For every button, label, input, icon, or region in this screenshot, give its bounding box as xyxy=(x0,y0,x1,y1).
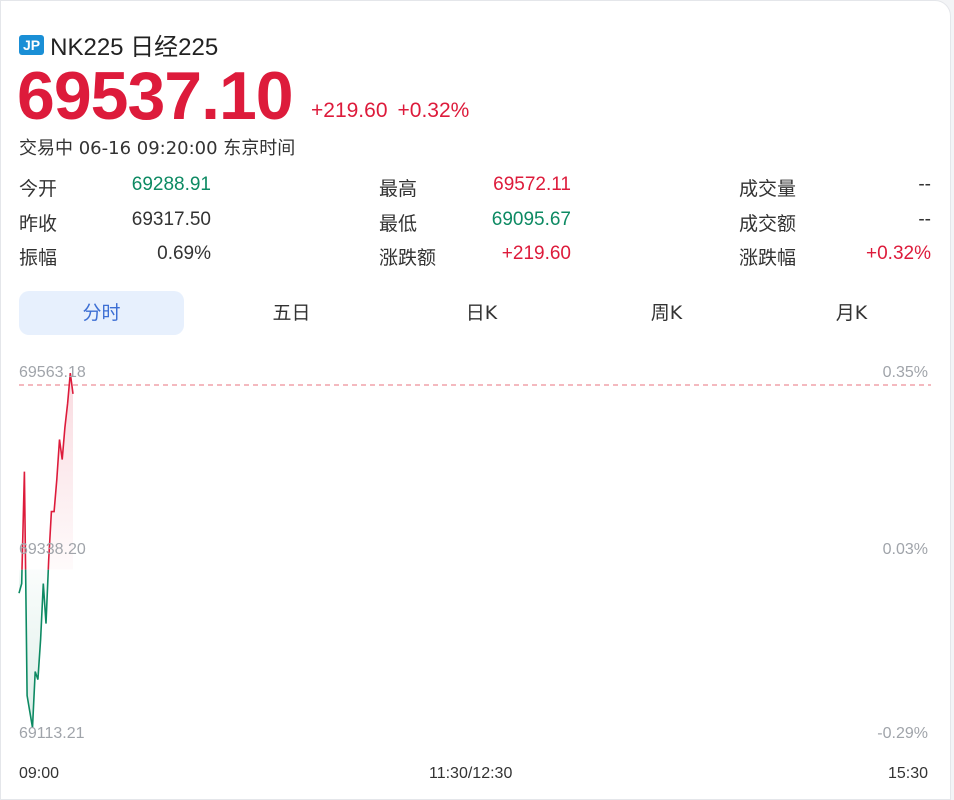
stat-value-low: 69095.67 xyxy=(491,209,571,230)
stat-value-volume: -- xyxy=(918,174,931,195)
y-label-mid-right: 0.03% xyxy=(882,541,928,558)
y-label-bottom-left: 69113.21 xyxy=(19,725,85,742)
stat-label-amplitude: 振幅 xyxy=(19,247,58,269)
stat-value-prev-close: 69317.50 xyxy=(131,209,211,230)
y-label-mid-left: 69338.20 xyxy=(19,541,86,558)
tab-daily-k[interactable]: 日K xyxy=(399,291,564,335)
stat-label-turnover: 成交额 xyxy=(739,213,797,235)
tab-weekly-k[interactable]: 周K xyxy=(584,291,749,335)
stat-label-low: 最低 xyxy=(379,213,418,235)
current-price: 69537.10 xyxy=(17,58,294,134)
stat-value-high: 69572.11 xyxy=(493,174,571,195)
x-label-close: 15:30 xyxy=(887,765,928,782)
stat-label-change: 涨跌额 xyxy=(379,247,437,269)
y-label-top-right: 0.35% xyxy=(882,364,928,381)
change-amount: +219.60 xyxy=(311,99,388,122)
stat-value-amplitude: 0.69% xyxy=(157,243,211,264)
stat-label-change-pct: 涨跌幅 xyxy=(739,247,797,269)
tab-five-day[interactable]: 五日 xyxy=(209,291,374,335)
y-label-bottom-right: -0.29% xyxy=(877,725,928,742)
trading-status: 交易中 06-16 09:20:00 东京时间 xyxy=(19,138,296,159)
quote-card: JP NK225 日经225 69537.10 +219.60 +0.32% 交易… xyxy=(0,0,951,800)
period-tabs: 分时 五日 日K 周K 月K xyxy=(19,291,931,335)
y-label-top-left: 69563.18 xyxy=(19,364,86,381)
stat-value-change-pct: +0.32% xyxy=(866,243,931,264)
stat-value-turnover: -- xyxy=(918,209,931,230)
change-percent: +0.32% xyxy=(397,99,470,122)
x-label-midday: 11:30/12:30 xyxy=(429,765,513,782)
tab-intraday[interactable]: 分时 xyxy=(19,291,184,335)
tab-monthly-k[interactable]: 月K xyxy=(769,291,934,335)
x-label-open: 09:00 xyxy=(19,765,60,782)
intraday-chart[interactable] xyxy=(1,341,951,761)
stat-label-high: 最高 xyxy=(379,178,418,200)
stat-label-volume: 成交量 xyxy=(739,178,797,200)
stat-value-open: 69288.91 xyxy=(131,174,211,195)
stat-label-open: 今开 xyxy=(19,178,58,200)
price-change: +219.60 +0.32% xyxy=(311,99,479,123)
stat-label-prev-close: 昨收 xyxy=(19,213,58,235)
jp-flag-badge: JP xyxy=(19,34,45,55)
stat-value-change: +219.60 xyxy=(501,243,571,264)
